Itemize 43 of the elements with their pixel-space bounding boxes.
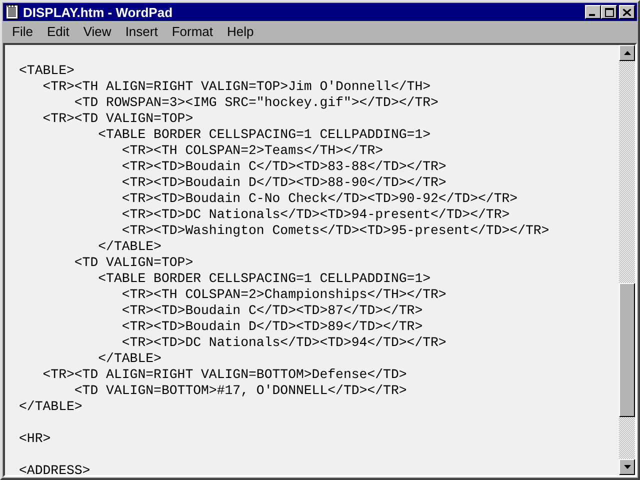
- code-line: <TR><TD>DC Nationals</TD><TD>94-present</TD></TR>: [120, 207, 510, 222]
- code-line: <TR><TD>Boudain C</TD><TD>87</TD></TR>: [120, 303, 423, 318]
- scroll-thumb[interactable]: [619, 283, 635, 417]
- code-line: <TR><TD>Washington Comets</TD><TD>95-present</TD></TR>: [120, 223, 550, 238]
- code-line: </TABLE>: [97, 239, 162, 254]
- code-line: <TABLE>: [19, 63, 74, 78]
- code-line: <ADDRESS>: [19, 463, 90, 475]
- code-line: </TABLE>: [97, 351, 162, 366]
- document-icon: [5, 4, 19, 20]
- minimize-button[interactable]: [585, 5, 601, 19]
- code-line: <TR><TH COLSPAN=2>Teams</TH></TR>: [120, 143, 384, 158]
- close-icon: [623, 8, 631, 16]
- code-line: </TABLE>: [19, 399, 82, 414]
- code-line: <TR><TD>Boudain C-No Check</TD><TD>90-92</TD></TR>: [120, 191, 518, 206]
- code-line: <TR><TD>Boudain C</TD><TD>83-88</TD></TR>: [120, 159, 446, 174]
- code-line: <TR><TH COLSPAN=2>Championships</TH></TR>: [120, 287, 446, 302]
- code-line: <HR>: [19, 431, 51, 446]
- code-line: <TR><TD ALIGN=RIGHT VALIGN=BOTTOM>Defense</TD>: [42, 367, 407, 382]
- menu-item[interactable]: File: [5, 24, 40, 39]
- menu-item[interactable]: Edit: [40, 24, 76, 39]
- close-button[interactable]: [619, 5, 635, 19]
- menu-item[interactable]: Help: [220, 24, 261, 39]
- scroll-down-button[interactable]: [619, 459, 635, 475]
- code-line: <TD ROWSPAN=3><IMG SRC="hockey.gif"></TD></TR>: [73, 95, 438, 110]
- code-line: <TABLE BORDER CELLSPACING=1 CELLPADDING=1>: [97, 127, 431, 142]
- scroll-up-button[interactable]: [619, 45, 635, 61]
- code-line: <TR><TD>Boudain D</TD><TD>89</TD></TR>: [120, 319, 423, 334]
- window-title: DISPLAY.htm - WordPad: [23, 4, 173, 20]
- code-line: <TR><TD VALIGN=TOP>: [42, 111, 194, 126]
- maximize-icon: [604, 8, 614, 16]
- code-line: <TR><TD>Boudain D</TD><TD>88-90</TD></TR>: [120, 175, 446, 190]
- code-line: <TR><TH ALIGN=RIGHT VALIGN=TOP>Jim O'Donnell</TH>: [42, 79, 431, 94]
- code-line: <TD VALIGN=BOTTOM>#17, O'DONNELL</TD></TR>: [73, 383, 407, 398]
- up-arrow-icon: [624, 51, 630, 55]
- down-arrow-icon: [624, 465, 630, 469]
- menu-item[interactable]: View: [76, 24, 118, 39]
- maximize-button[interactable]: [601, 5, 617, 19]
- code-line: <TR><TD>DC Nationals</TD><TD>94</TD></TR>: [120, 335, 446, 350]
- vertical-scrollbar[interactable]: [619, 45, 635, 475]
- menu-item[interactable]: Format: [164, 24, 220, 39]
- menu-item[interactable]: Insert: [118, 24, 165, 39]
- code-line: <TABLE BORDER CELLSPACING=1 CELLPADDING=1>: [97, 271, 431, 286]
- code-line: <TD VALIGN=TOP>: [73, 255, 194, 270]
